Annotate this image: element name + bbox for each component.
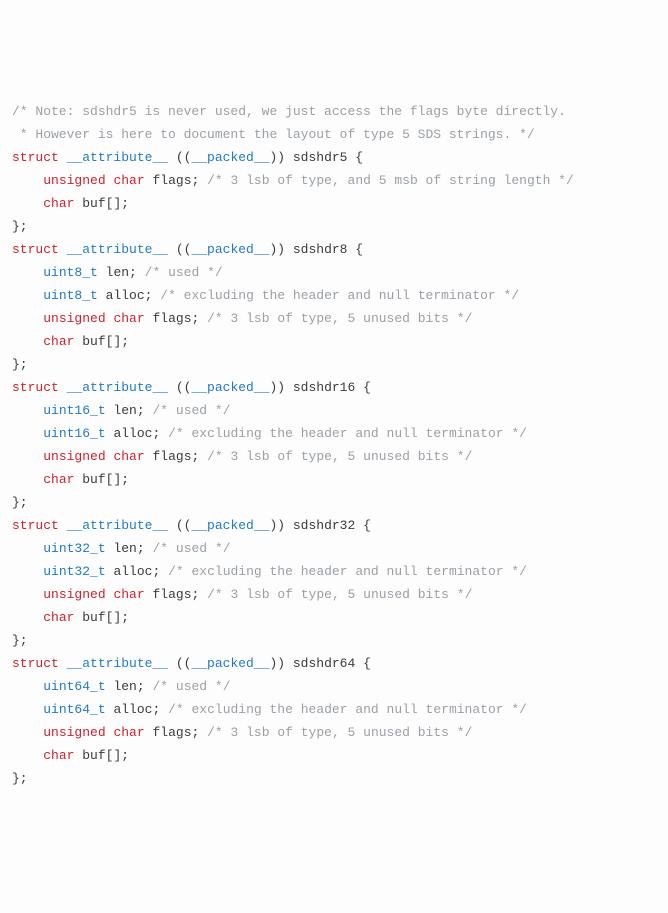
field-len: uint8_t len; /* used */ xyxy=(12,261,656,284)
struct-decl: struct __attribute__ ((__packed__)) sdsh… xyxy=(12,652,656,675)
struct-close: }; xyxy=(12,353,656,376)
field-alloc: uint64_t alloc; /* excluding the header … xyxy=(12,698,656,721)
code-block: /* Note: sdshdr5 is never used, we just … xyxy=(12,100,656,790)
field-buf: char buf[]; xyxy=(12,606,656,629)
field-flags: unsigned char flags; /* 3 lsb of type, 5… xyxy=(12,445,656,468)
struct-decl: struct __attribute__ ((__packed__)) sdsh… xyxy=(12,376,656,399)
field-flags: unsigned char flags; /* 3 lsb of type, 5… xyxy=(12,583,656,606)
struct-close: }; xyxy=(12,491,656,514)
field-alloc: uint8_t alloc; /* excluding the header a… xyxy=(12,284,656,307)
struct-close: }; xyxy=(12,215,656,238)
struct-close: }; xyxy=(12,629,656,652)
struct-decl: struct __attribute__ ((__packed__)) sdsh… xyxy=(12,238,656,261)
comment-line: /* Note: sdshdr5 is never used, we just … xyxy=(12,100,656,123)
field-buf: char buf[]; xyxy=(12,468,656,491)
field-alloc: uint16_t alloc; /* excluding the header … xyxy=(12,422,656,445)
comment-line: * However is here to document the layout… xyxy=(12,123,656,146)
field-buf: char buf[]; xyxy=(12,744,656,767)
field-buf: char buf[]; xyxy=(12,192,656,215)
field-flags: unsigned char flags; /* 3 lsb of type, 5… xyxy=(12,307,656,330)
struct-decl: struct __attribute__ ((__packed__)) sdsh… xyxy=(12,514,656,537)
field-flags: unsigned char flags; /* 3 lsb of type, 5… xyxy=(12,721,656,744)
field-len: uint64_t len; /* used */ xyxy=(12,675,656,698)
field-len: uint16_t len; /* used */ xyxy=(12,399,656,422)
struct-decl: struct __attribute__ ((__packed__)) sdsh… xyxy=(12,146,656,169)
struct-close: }; xyxy=(12,767,656,790)
field-alloc: uint32_t alloc; /* excluding the header … xyxy=(12,560,656,583)
field-len: uint32_t len; /* used */ xyxy=(12,537,656,560)
field-buf: char buf[]; xyxy=(12,330,656,353)
field-flags: unsigned char flags; /* 3 lsb of type, a… xyxy=(12,169,656,192)
